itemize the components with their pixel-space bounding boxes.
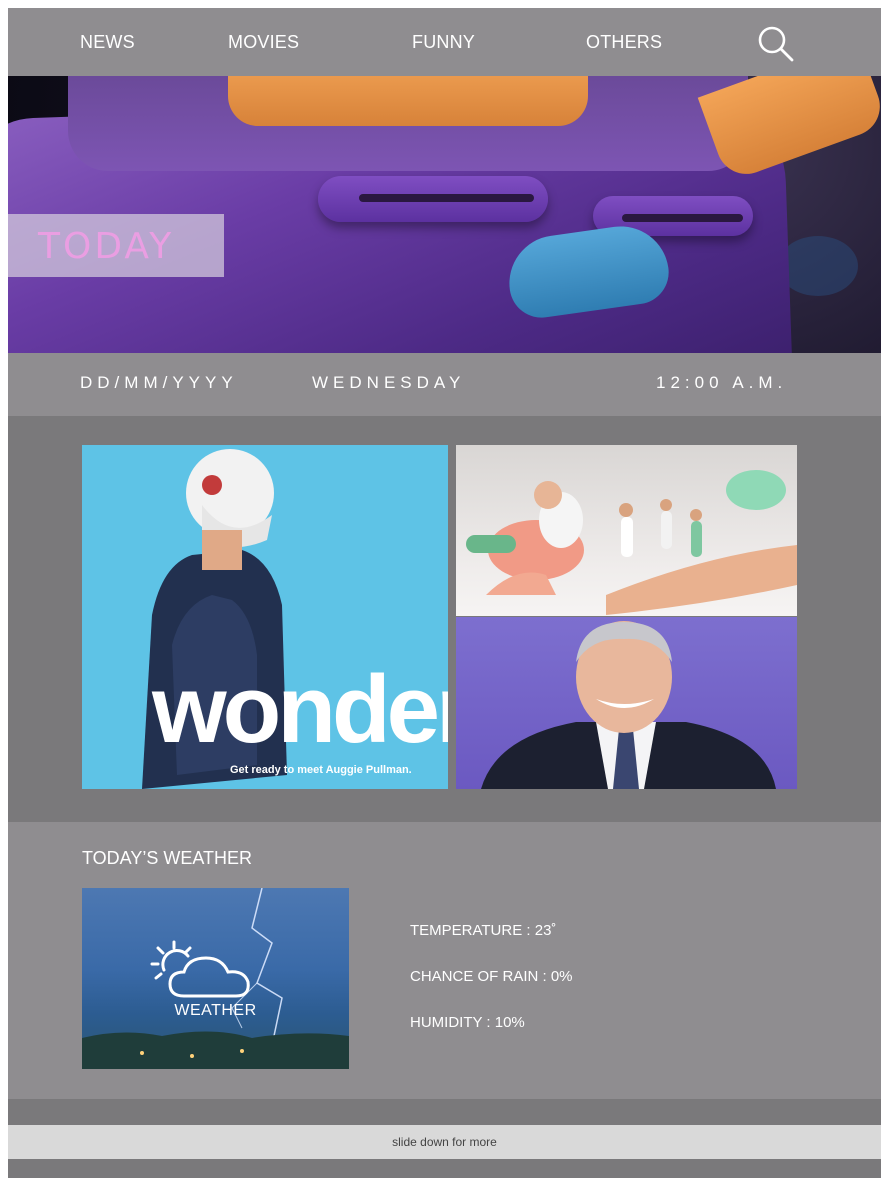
footer-band xyxy=(8,1099,881,1125)
nav-item-funny[interactable]: FUNNY xyxy=(412,32,475,53)
weather-rain-chance: CHANCE OF RAIN : 0% xyxy=(410,968,573,985)
dancers-art xyxy=(466,470,797,615)
time-text: 12:00 A.M. xyxy=(656,373,788,392)
weather-temperature: TEMPERATURE : 23˚ xyxy=(410,922,557,939)
content-gallery: wonder Get ready to meet Auggie Pullman. xyxy=(8,416,881,822)
top-nav: NEWS MOVIES FUNNY OTHERS xyxy=(8,8,881,76)
funny-card-dancers[interactable] xyxy=(456,445,797,616)
nav-item-others[interactable]: OTHERS xyxy=(586,32,662,53)
weather-card[interactable]: WEATHER xyxy=(82,888,349,1069)
search-icon[interactable] xyxy=(756,24,796,64)
weather-card-label: WEATHER xyxy=(174,1002,257,1019)
weather-title: TODAY’S WEATHER xyxy=(82,848,253,868)
nav-item-news[interactable]: NEWS xyxy=(80,32,135,53)
date-text: DD/MM/YYYY xyxy=(80,373,238,392)
day-text: WEDNESDAY xyxy=(312,373,466,392)
footer-bottom xyxy=(8,1159,881,1178)
character-eye xyxy=(318,176,548,222)
app-frame: NEWS MOVIES FUNNY OTHERS TODAY DD/MM/YYY… xyxy=(8,8,881,1178)
movie-card-wonder[interactable]: wonder Get ready to meet Auggie Pullman. xyxy=(82,445,448,789)
today-label: TODAY xyxy=(8,214,224,277)
bokeh-light xyxy=(778,236,858,296)
nav-item-movies[interactable]: MOVIES xyxy=(228,32,299,53)
weather-humidity: HUMIDITY : 10% xyxy=(410,1014,525,1031)
sun-cloud-icon xyxy=(150,940,250,998)
weather-section: TODAY’S WEATHER WEATHER TEMPERATURE: 23… xyxy=(8,822,881,1099)
wonder-title: wonder xyxy=(152,656,448,763)
hero-banner[interactable]: TODAY xyxy=(8,76,881,353)
toast-slice xyxy=(228,76,588,126)
news-card-portrait[interactable] xyxy=(456,617,797,789)
date-bar: DD/MM/YYYY WEDNESDAY 12:00 A.M. xyxy=(8,353,881,416)
portrait-art xyxy=(481,621,776,789)
slide-down-bar[interactable]: slide down for more xyxy=(8,1125,881,1159)
wonder-tagline: Get ready to meet Auggie Pullman. xyxy=(230,764,412,776)
